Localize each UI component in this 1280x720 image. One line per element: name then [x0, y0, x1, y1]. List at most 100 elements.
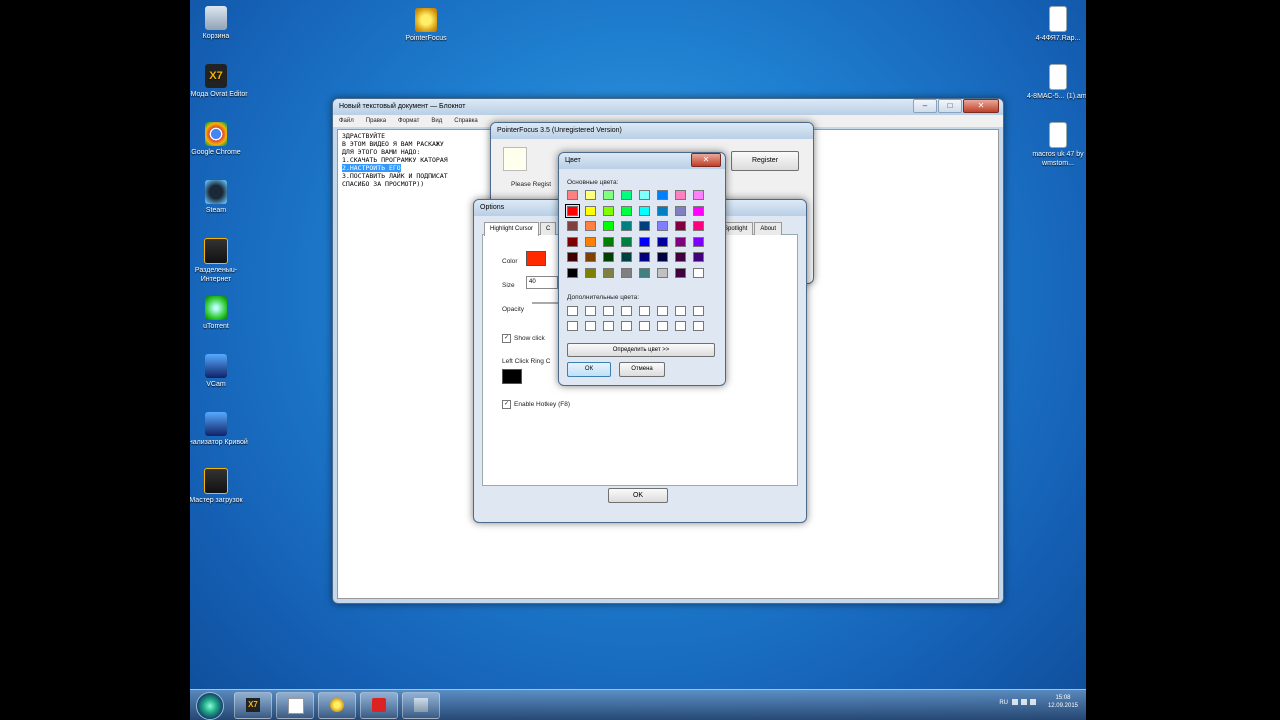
menu-view[interactable]: Вид [431, 115, 442, 127]
tab-highlight-cursor[interactable]: Highlight Cursor [484, 222, 540, 236]
desktop-icon-recycle-bin[interactable]: Корзина [190, 6, 248, 41]
custom-color-swatch[interactable] [657, 321, 668, 331]
basic-color-swatch[interactable] [585, 190, 596, 200]
notepad-titlebar[interactable]: Новый текстовый документ — Блокнот – □ ✕ [333, 99, 1003, 115]
taskbar-notepad-button[interactable] [276, 692, 314, 719]
basic-color-swatch[interactable] [565, 203, 580, 218]
custom-color-swatch[interactable] [567, 306, 578, 316]
enable-hotkey-option[interactable]: ✓ Enable Hotkey (F8) [502, 400, 570, 409]
define-color-button[interactable]: Определить цвет >> [567, 343, 715, 357]
close-button[interactable]: ✕ [691, 153, 721, 167]
basic-color-swatch[interactable] [657, 205, 668, 216]
size-input[interactable]: 40 [526, 276, 558, 289]
basic-color-swatch[interactable] [621, 205, 632, 216]
basic-color-swatch[interactable] [657, 267, 668, 278]
custom-color-swatch[interactable] [639, 306, 650, 316]
basic-color-swatch[interactable] [603, 205, 614, 216]
basic-color-swatch[interactable] [603, 190, 614, 200]
basic-color-swatch[interactable] [585, 252, 596, 262]
taskbar-recorder-button[interactable] [360, 692, 398, 719]
basic-color-swatch[interactable] [657, 236, 668, 247]
basic-color-swatch[interactable] [675, 236, 686, 247]
pointerfocus-titlebar[interactable]: PointerFocus 3.5 (Unregistered Version) [491, 123, 813, 139]
minimize-button[interactable]: – [913, 99, 937, 113]
basic-color-swatch[interactable] [639, 190, 650, 200]
desktop-icon-analyzer[interactable]: Анализатор Кривой [190, 412, 248, 447]
show-click-option[interactable]: ✓ Show click [502, 334, 545, 343]
basic-color-swatch[interactable] [693, 190, 704, 200]
desktop-icon-vcam[interactable]: VCam [190, 354, 248, 389]
basic-color-swatch[interactable] [585, 205, 596, 216]
basic-color-swatch[interactable] [603, 252, 614, 262]
custom-color-swatch[interactable] [603, 321, 614, 331]
menu-file[interactable]: Файл [339, 115, 354, 127]
basic-color-swatch[interactable] [585, 221, 596, 231]
custom-color-swatch[interactable] [585, 306, 596, 316]
custom-color-swatch[interactable] [621, 306, 632, 316]
basic-color-swatch[interactable] [657, 221, 668, 231]
highlight-tool-icon[interactable] [503, 147, 527, 171]
color-swatch-button[interactable] [526, 251, 546, 266]
start-button[interactable] [196, 692, 224, 720]
taskbar-options-button[interactable] [402, 692, 440, 719]
color-dialog-titlebar[interactable]: Цвет ✕ [559, 153, 725, 169]
basic-color-swatch[interactable] [639, 205, 650, 216]
basic-color-swatch[interactable] [567, 236, 578, 247]
desktop-icon-file-1[interactable]: 4-4ФЯ7.Rар... [1026, 6, 1086, 43]
desktop-icon-utorrent[interactable]: uTorrent [190, 296, 248, 331]
clock[interactable]: 15:08 12.09.2015 [1048, 694, 1078, 710]
enable-hotkey-checkbox[interactable]: ✓ [502, 400, 511, 409]
desktop-icon-download-master[interactable]: Мастер загрузок [190, 468, 248, 505]
network-icon[interactable] [1012, 699, 1018, 705]
custom-color-swatch[interactable] [621, 321, 632, 331]
basic-color-swatch[interactable] [567, 252, 578, 262]
custom-color-swatch[interactable] [585, 321, 596, 331]
custom-color-swatch[interactable] [567, 321, 578, 331]
basic-color-swatch[interactable] [603, 267, 614, 278]
left-click-color-button[interactable] [502, 369, 522, 384]
tab-about[interactable]: About [754, 222, 783, 235]
basic-color-swatch[interactable] [621, 221, 632, 231]
basic-color-swatch[interactable] [693, 267, 704, 278]
basic-color-swatch[interactable] [621, 236, 632, 247]
custom-color-swatch[interactable] [675, 321, 686, 331]
basic-color-swatch[interactable] [657, 190, 668, 200]
basic-color-swatch[interactable] [639, 267, 650, 278]
basic-color-swatch[interactable] [603, 236, 614, 247]
basic-color-swatch[interactable] [675, 221, 686, 231]
basic-color-swatch[interactable] [657, 252, 668, 262]
basic-color-swatch[interactable] [567, 221, 578, 231]
menu-help[interactable]: Справка [454, 115, 478, 127]
maximize-button[interactable]: □ [938, 99, 962, 113]
desktop-icon-chrome[interactable]: Google Chrome [190, 122, 248, 157]
basic-color-swatch[interactable] [693, 221, 704, 231]
desktop-icon-file-2[interactable]: 4-8МАС-5... (1).amr [1026, 64, 1086, 101]
basic-color-swatch[interactable] [675, 190, 686, 200]
basic-color-swatch[interactable] [585, 236, 596, 247]
basic-color-swatch[interactable] [567, 267, 578, 278]
basic-color-swatch[interactable] [621, 267, 632, 278]
basic-color-swatch[interactable] [621, 190, 632, 200]
taskbar-pointerfocus-button[interactable] [318, 692, 356, 719]
desktop-icon-x7[interactable]: X7 3-Мода Оvrat Editor [190, 64, 248, 99]
volume-icon[interactable] [1030, 699, 1036, 705]
custom-color-swatch[interactable] [693, 306, 704, 316]
flag-icon[interactable] [1021, 699, 1027, 705]
custom-color-swatch[interactable] [657, 306, 668, 316]
basic-color-swatch[interactable] [693, 205, 704, 216]
language-indicator[interactable]: RU [999, 700, 1008, 706]
basic-color-swatch[interactable] [621, 252, 632, 262]
color-ok-button[interactable]: ОК [567, 362, 611, 377]
custom-color-swatch[interactable] [675, 306, 686, 316]
options-ok-button[interactable]: OK [608, 488, 668, 503]
color-cancel-button[interactable]: Отмена [619, 362, 665, 377]
taskbar-x7-button[interactable]: X7 [234, 692, 272, 719]
basic-color-swatch[interactable] [639, 221, 650, 231]
custom-color-swatch[interactable] [639, 321, 650, 331]
basic-color-swatch[interactable] [567, 190, 578, 200]
basic-color-swatch[interactable] [675, 252, 686, 262]
basic-color-swatch[interactable] [585, 267, 596, 278]
basic-color-swatch[interactable] [675, 205, 686, 216]
custom-color-swatch[interactable] [603, 306, 614, 316]
close-button[interactable]: ✕ [963, 99, 999, 113]
